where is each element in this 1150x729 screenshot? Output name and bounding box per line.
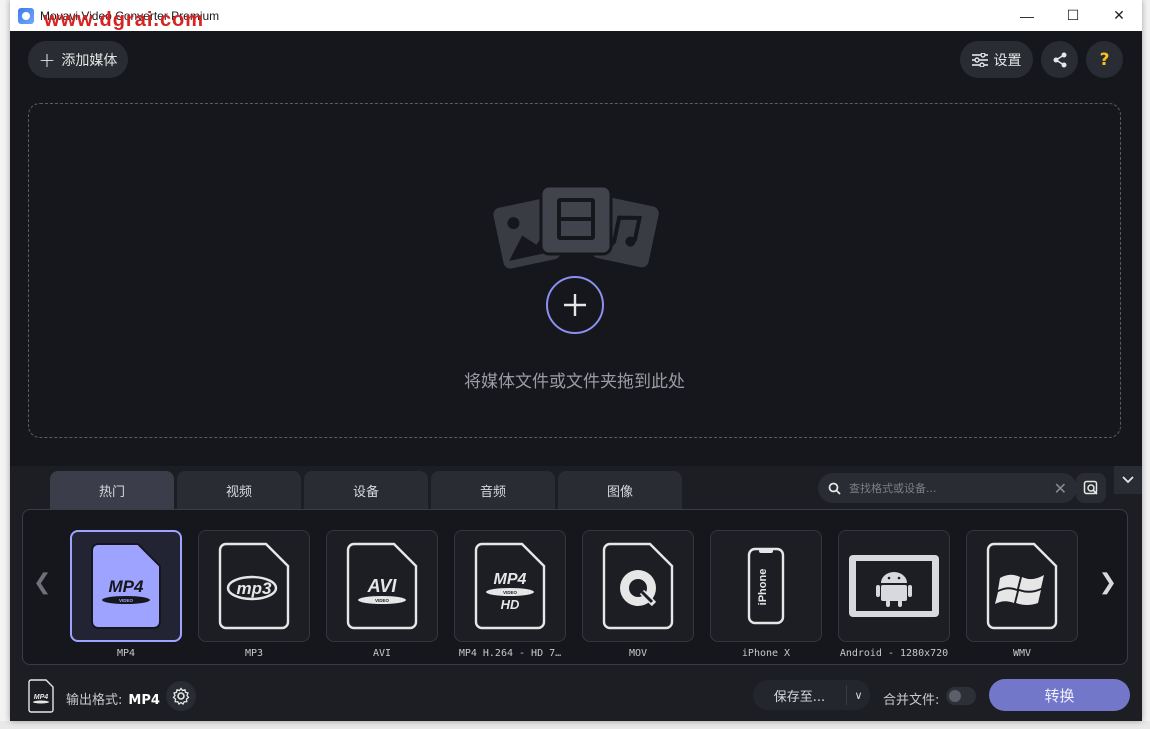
format-label: WMV bbox=[1012, 648, 1032, 659]
output-format-caption: 输出格式: bbox=[66, 693, 123, 708]
output-format-label: 输出格式: MP4 bbox=[66, 689, 160, 708]
format-iphone-x[interactable]: iPhone iPhone X bbox=[710, 530, 822, 659]
settings-button[interactable]: 设置 bbox=[960, 41, 1033, 78]
svg-text:VIDEO: VIDEO bbox=[503, 590, 518, 595]
maximize-button[interactable]: ☐ bbox=[1050, 0, 1096, 31]
output-settings-button[interactable] bbox=[166, 681, 196, 711]
format-search: ✕ bbox=[818, 473, 1077, 503]
format-mp4[interactable]: MP4 VIDEO MP4 bbox=[70, 530, 182, 659]
format-mp3[interactable]: mp3 MP3 bbox=[198, 530, 310, 659]
app-window: Movavi Video Converter Premium www.dgrai… bbox=[10, 0, 1142, 721]
app-logo-icon bbox=[18, 7, 34, 24]
android-icon bbox=[849, 555, 939, 617]
mp3-icon: mp3 bbox=[218, 542, 290, 630]
format-mp4-hd[interactable]: MP4 VIDEO HD MP4 H.264 - HD 7… bbox=[454, 530, 566, 659]
merge-files-label: 合并文件: bbox=[883, 693, 940, 708]
clear-search-icon[interactable]: ✕ bbox=[1054, 479, 1067, 498]
svg-text:MP4: MP4 bbox=[34, 694, 49, 701]
media-files-icon bbox=[493, 184, 659, 269]
title-bar: Movavi Video Converter Premium www.dgrai… bbox=[10, 0, 1142, 31]
device-search-icon bbox=[1083, 480, 1098, 495]
question-icon: ? bbox=[1099, 49, 1110, 70]
svg-text:MP4: MP4 bbox=[109, 577, 145, 596]
plus-icon: + bbox=[38, 47, 56, 72]
add-media-label: 添加媒体 bbox=[61, 52, 118, 69]
close-button[interactable]: ✕ bbox=[1096, 0, 1142, 31]
tab-devices[interactable]: 设备 bbox=[304, 471, 428, 509]
save-to-label: 保存至... bbox=[773, 689, 826, 705]
add-files-button[interactable] bbox=[546, 276, 604, 334]
output-format-mp4-icon: MP4 bbox=[28, 679, 54, 713]
format-carousel: ❮ MP4 VIDEO MP4 mp3 MP3 AVI VIDEO AVI MP… bbox=[22, 509, 1128, 665]
format-label: AVI bbox=[372, 648, 392, 659]
save-to-button[interactable]: 保存至... ∨ bbox=[753, 680, 870, 710]
format-label: MP3 bbox=[244, 648, 264, 659]
mp4-hd-icon: MP4 VIDEO HD bbox=[474, 542, 546, 630]
output-format-value: MP4 bbox=[128, 693, 160, 708]
chevron-down-icon[interactable]: ∨ bbox=[846, 685, 870, 705]
format-label: MP4 bbox=[116, 648, 136, 659]
format-label: Android - 1280x720 bbox=[839, 648, 949, 659]
iphone-icon: iPhone bbox=[747, 547, 785, 625]
svg-text:HD: HD bbox=[501, 597, 520, 612]
search-input[interactable] bbox=[849, 481, 1046, 495]
chevron-down-icon bbox=[1122, 476, 1134, 484]
footer-bar: MP4 输出格式: MP4 保存至... ∨ 合并文件: 转换 bbox=[10, 671, 1142, 721]
help-button[interactable]: ? bbox=[1086, 41, 1123, 78]
desktop-background-right bbox=[1142, 0, 1150, 729]
format-android[interactable]: Android - 1280x720 bbox=[838, 530, 950, 659]
scroll-right-button[interactable]: ❯ bbox=[1099, 570, 1117, 595]
sliders-icon bbox=[971, 52, 988, 67]
share-button[interactable] bbox=[1041, 41, 1078, 78]
search-icon bbox=[828, 482, 841, 495]
add-media-button[interactable]: + 添加媒体 bbox=[28, 41, 128, 78]
mp4-icon: MP4 VIDEO bbox=[91, 543, 161, 629]
share-icon bbox=[1053, 52, 1066, 67]
format-avi[interactable]: AVI VIDEO AVI bbox=[326, 530, 438, 659]
format-panel: 热门 视频 设备 音频 图像 ✕ ❮ bbox=[10, 466, 1142, 721]
quicktime-icon bbox=[602, 542, 674, 630]
format-wmv[interactable]: WMV bbox=[966, 530, 1078, 659]
format-label: iPhone X bbox=[741, 648, 791, 659]
tab-images[interactable]: 图像 bbox=[558, 471, 682, 509]
avi-icon: AVI VIDEO bbox=[346, 542, 418, 630]
drop-zone-hint: 将媒体文件或文件夹拖到此处 bbox=[464, 372, 685, 392]
svg-text:VIDEO: VIDEO bbox=[119, 598, 134, 603]
svg-text:VIDEO: VIDEO bbox=[375, 598, 390, 603]
desktop-background-left bbox=[0, 0, 10, 729]
settings-label: 设置 bbox=[993, 52, 1022, 69]
detect-device-button[interactable] bbox=[1076, 473, 1106, 503]
gear-icon bbox=[172, 687, 190, 705]
media-drop-zone[interactable]: 将媒体文件或文件夹拖到此处 bbox=[28, 103, 1121, 438]
merge-files-toggle[interactable] bbox=[946, 687, 976, 705]
svg-text:mp3: mp3 bbox=[237, 579, 273, 598]
format-mov[interactable]: MOV bbox=[582, 530, 694, 659]
tab-video[interactable]: 视频 bbox=[177, 471, 301, 509]
windows-icon bbox=[986, 542, 1058, 630]
svg-text:AVI: AVI bbox=[367, 576, 398, 596]
svg-text:iPhone: iPhone bbox=[757, 569, 769, 606]
format-label: MP4 H.264 - HD 7… bbox=[458, 648, 562, 659]
collapse-panel-button[interactable] bbox=[1114, 466, 1142, 494]
format-tabs: 热门 视频 设备 音频 图像 bbox=[50, 471, 682, 509]
tab-audio[interactable]: 音频 bbox=[431, 471, 555, 509]
tab-popular[interactable]: 热门 bbox=[50, 471, 174, 509]
plus-icon bbox=[564, 294, 586, 316]
watermark-text: www.dgrai.com bbox=[44, 9, 205, 31]
format-label: MOV bbox=[628, 648, 648, 659]
desktop-background-bottom bbox=[0, 721, 1150, 729]
scroll-left-button[interactable]: ❮ bbox=[33, 570, 51, 595]
svg-text:MP4: MP4 bbox=[494, 571, 527, 588]
convert-button[interactable]: 转换 bbox=[989, 679, 1130, 711]
minimize-button[interactable]: — bbox=[1004, 0, 1050, 31]
